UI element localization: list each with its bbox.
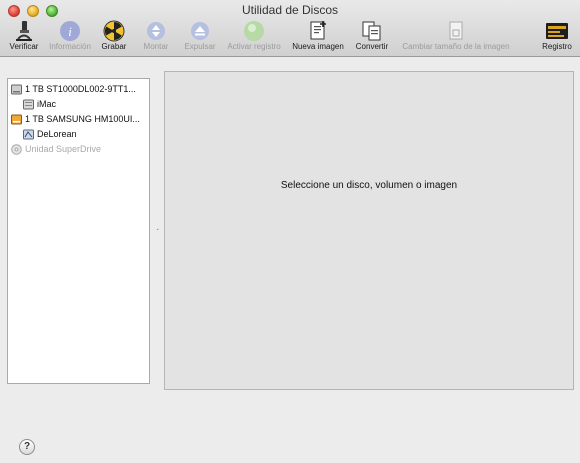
enable-journaling-icon bbox=[244, 21, 264, 41]
toolbar-label: Nueva imagen bbox=[292, 42, 344, 51]
list-item-label: Unidad SuperDrive bbox=[25, 144, 102, 154]
toolbar-label: Convertir bbox=[355, 42, 389, 51]
toolbar-label: Cambiar tamaño de la imagen bbox=[402, 42, 510, 51]
list-item[interactable]: 1 TB ST1000DL002-9TT1... bbox=[8, 82, 149, 98]
eject-icon bbox=[191, 22, 209, 40]
list-item[interactable]: Unidad SuperDrive bbox=[8, 142, 149, 158]
list-item-label: DeLorean bbox=[37, 129, 77, 139]
convert-button[interactable]: Convertir bbox=[352, 20, 392, 54]
convert-icon bbox=[362, 21, 381, 41]
mount-icon bbox=[147, 22, 165, 40]
external-disk-icon bbox=[11, 114, 22, 125]
split-view-handle[interactable]: ⠂ bbox=[156, 226, 162, 235]
superdrive-icon bbox=[11, 144, 22, 155]
toolbar: Utilidad de Discos Verificar i Informaci… bbox=[0, 0, 580, 57]
burn-icon bbox=[103, 20, 125, 42]
placeholder-message: Seleccione un disco, volumen o imagen bbox=[280, 180, 458, 191]
volume-icon bbox=[23, 129, 34, 140]
toolbar-label: Grabar bbox=[101, 42, 127, 51]
toolbar-label: Montar bbox=[143, 42, 169, 51]
log-icon bbox=[546, 23, 568, 39]
eject-button[interactable]: Expulsar bbox=[181, 20, 219, 54]
new-image-icon bbox=[310, 21, 326, 40]
list-item-label: iMac bbox=[37, 99, 57, 109]
list-item[interactable]: DeLorean bbox=[8, 127, 149, 143]
toolbar-label: Información bbox=[49, 42, 91, 51]
enable-journaling-button[interactable]: Activar registro bbox=[222, 20, 286, 54]
detail-pane: Seleccione un disco, volumen o imagen bbox=[164, 71, 574, 390]
hard-disk-icon bbox=[11, 84, 22, 95]
resize-image-button[interactable]: Cambiar tamaño de la imagen bbox=[396, 20, 516, 54]
list-item[interactable]: 1 TB SAMSUNG HM100UI... bbox=[8, 112, 149, 128]
burn-button[interactable]: Grabar bbox=[97, 20, 131, 54]
window-title: Utilidad de Discos bbox=[241, 3, 339, 17]
verify-button[interactable]: Verificar bbox=[4, 20, 44, 54]
help-button[interactable]: ? bbox=[19, 439, 35, 455]
new-image-button[interactable]: Nueva imagen bbox=[289, 20, 347, 54]
disk-list[interactable]: 1 TB ST1000DL002-9TT1... iMac 1 TB SAMSU… bbox=[7, 78, 150, 384]
svg-text:i: i bbox=[68, 24, 72, 39]
list-item-label: 1 TB ST1000DL002-9TT1... bbox=[25, 84, 136, 94]
resize-image-icon bbox=[449, 21, 463, 40]
info-button[interactable]: i Información bbox=[45, 20, 95, 54]
disk-utility-window: Utilidad de Discos Verificar i Informaci… bbox=[0, 0, 580, 463]
volume-icon bbox=[23, 99, 34, 110]
list-item[interactable]: iMac bbox=[8, 97, 149, 113]
toolbar-label: Verificar bbox=[9, 42, 39, 51]
toolbar-label: Expulsar bbox=[184, 42, 216, 51]
log-button[interactable]: Registro bbox=[537, 20, 577, 54]
toolbar-label: Activar registro bbox=[227, 42, 281, 51]
microscope-icon bbox=[16, 21, 32, 41]
list-item-label: 1 TB SAMSUNG HM100UI... bbox=[25, 114, 140, 124]
toolbar-label: Registro bbox=[542, 42, 572, 51]
mount-button[interactable]: Montar bbox=[139, 20, 173, 54]
info-icon: i bbox=[60, 21, 80, 41]
